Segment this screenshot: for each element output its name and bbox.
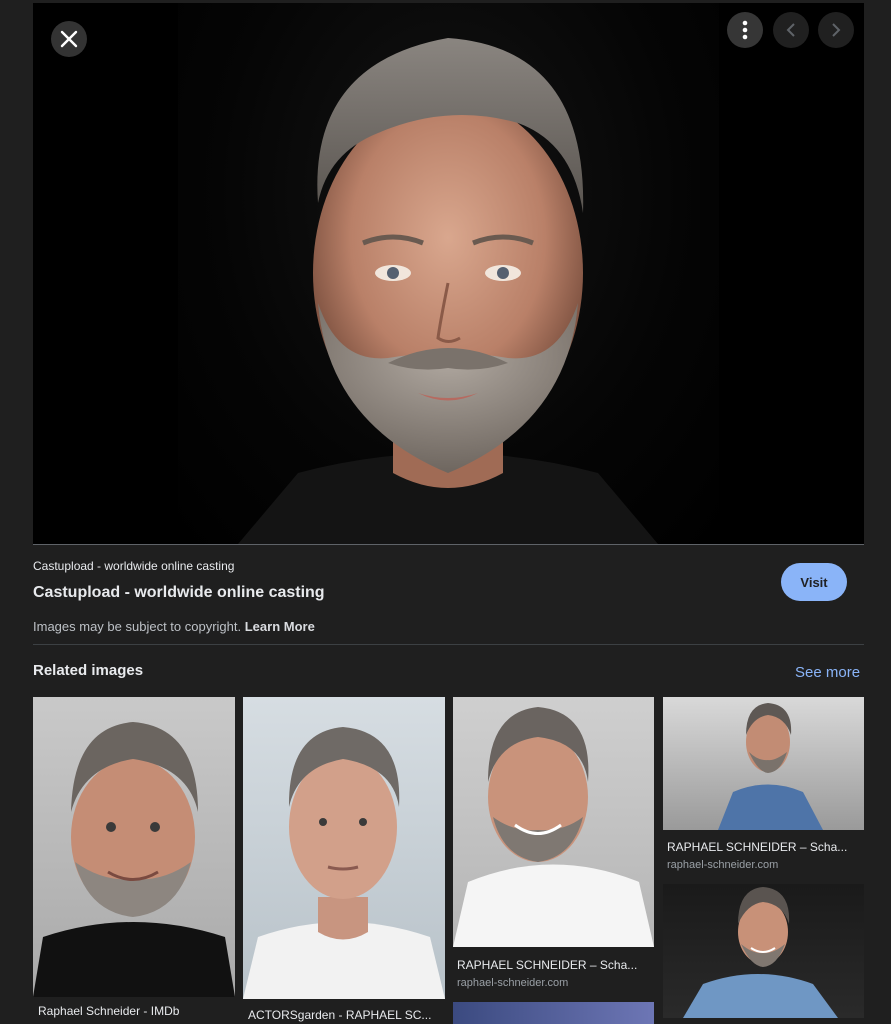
related-caption-4[interactable]: RAPHAEL SCHNEIDER – Scha... xyxy=(667,840,859,854)
learn-more-link[interactable]: Learn More xyxy=(245,619,315,634)
close-icon xyxy=(60,30,78,48)
related-photo-2 xyxy=(243,727,445,999)
source-site-name[interactable]: Castupload - worldwide online casting xyxy=(33,559,234,573)
related-images-heading: Related images xyxy=(33,662,144,679)
related-caption-2[interactable]: ACTORSgarden - RAPHAEL SC... xyxy=(248,1008,440,1022)
visit-button[interactable]: Visit xyxy=(781,563,847,601)
next-image-button[interactable] xyxy=(818,12,854,48)
hero-photo xyxy=(178,3,719,544)
close-button[interactable] xyxy=(51,21,87,57)
related-caption-3[interactable]: RAPHAEL SCHNEIDER – Scha... xyxy=(457,958,649,972)
copyright-text: Images may be subject to copyright. xyxy=(33,619,242,634)
related-thumbnail-5[interactable] xyxy=(453,1002,654,1024)
section-divider xyxy=(33,644,864,645)
source-page-title[interactable]: Castupload - worldwide online casting xyxy=(33,584,325,602)
related-domain-3: raphael-schneider.com xyxy=(457,977,569,989)
related-photo-3 xyxy=(453,707,654,947)
related-thumbnail-3[interactable] xyxy=(453,697,654,947)
previous-image-button[interactable] xyxy=(773,12,809,48)
image-viewer-panel: Castupload - worldwide online casting Ca… xyxy=(0,0,891,1024)
related-photo-1 xyxy=(33,722,235,997)
related-photo-4 xyxy=(718,703,823,830)
copyright-notice: Images may be subject to copyright. Lear… xyxy=(33,619,315,634)
more-options-button[interactable] xyxy=(727,12,763,48)
see-more-link[interactable]: See more xyxy=(795,664,860,681)
related-thumbnail-4[interactable] xyxy=(663,697,864,830)
related-thumbnail-1[interactable] xyxy=(33,697,235,997)
chevron-right-icon xyxy=(832,23,841,37)
related-photo-6 xyxy=(683,887,838,1018)
related-thumbnail-2[interactable] xyxy=(243,697,445,999)
chevron-left-icon xyxy=(786,23,795,37)
hero-divider xyxy=(33,544,864,545)
related-thumbnail-6[interactable] xyxy=(663,884,864,1018)
related-caption-1[interactable]: Raphael Schneider - IMDb xyxy=(38,1004,233,1018)
related-domain-4: raphael-schneider.com xyxy=(667,859,779,871)
hero-image[interactable] xyxy=(33,3,864,544)
portrait-illustration xyxy=(238,38,658,544)
more-vert-icon xyxy=(742,20,748,40)
